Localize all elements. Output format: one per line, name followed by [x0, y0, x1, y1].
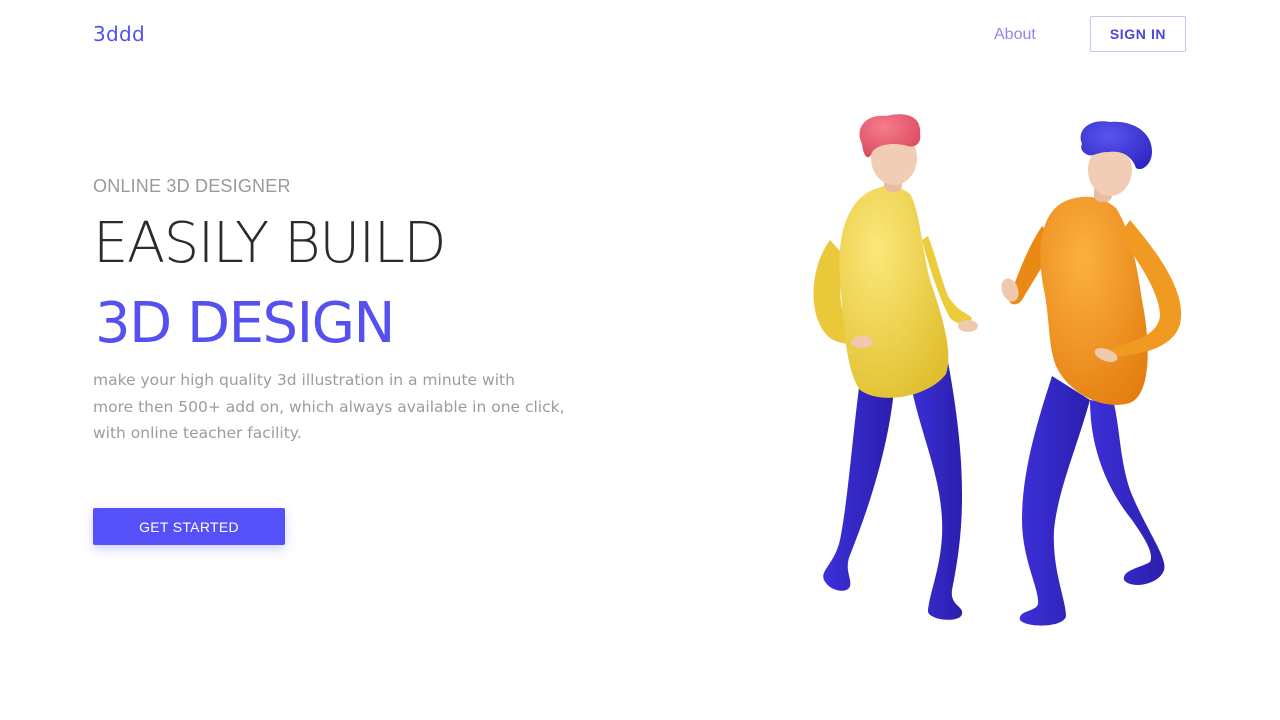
- hero-eyebrow: ONLINE 3D DESIGNER: [93, 176, 291, 196]
- hero-description: make your high quality 3d illustration i…: [93, 367, 593, 447]
- left-character: [813, 114, 978, 620]
- landing-page: 3ddd About SIGN IN ONLINE 3D DESIGNER EA…: [0, 0, 1280, 720]
- get-started-button[interactable]: GET STARTED: [93, 508, 285, 545]
- logo[interactable]: 3ddd: [93, 22, 145, 46]
- hero-headline-line-1: EASILY BUILD: [93, 211, 447, 276]
- sign-in-button[interactable]: SIGN IN: [1090, 16, 1186, 52]
- nav-link-about[interactable]: About: [994, 26, 1036, 44]
- hero-headline-line-2: 3D DESIGN: [95, 291, 395, 356]
- two-3d-characters-illustration: [813, 114, 1182, 626]
- hero-description-line: make your high quality 3d illustration i…: [93, 371, 515, 389]
- right-character: [1001, 121, 1182, 626]
- hero-description-line: with online teacher facility.: [93, 424, 302, 442]
- hero-description-line: more then 500+ add on, which always avai…: [93, 397, 565, 416]
